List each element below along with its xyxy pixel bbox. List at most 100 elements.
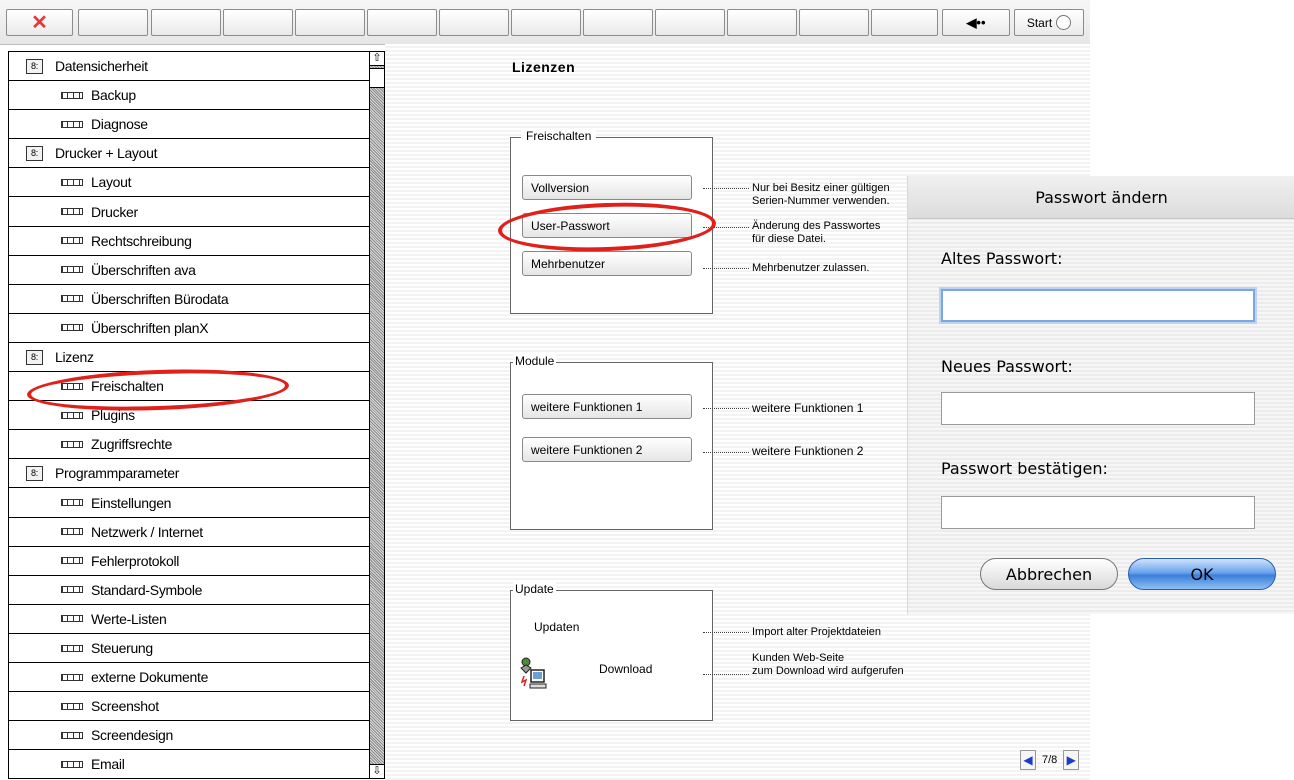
vollversion-button[interactable]: Vollversion: [522, 175, 692, 200]
sidebar-item-steuerung[interactable]: Steuerung: [9, 634, 369, 663]
sidebar-label: Screendesign: [91, 727, 174, 744]
scroll-up-arrow-icon[interactable]: ⇧: [370, 52, 384, 66]
sidebar-section-datensicherheit[interactable]: 8: Datensicherheit: [9, 52, 369, 81]
sidebar-item-fehlerprotokoll[interactable]: Fehlerprotokoll: [9, 547, 369, 576]
sidebar-item-standard-symbole[interactable]: Standard-Symbole: [9, 576, 369, 605]
entry-icon: [61, 673, 83, 681]
sidebar-item-freischalten[interactable]: Freischalten: [9, 372, 369, 402]
sidebar-label: Überschriften planX: [91, 319, 209, 336]
sidebar-label: Plugins: [91, 407, 135, 424]
sidebar-item-rechtschreibung[interactable]: Rechtschreibung: [9, 227, 369, 256]
sidebar-scrollbar[interactable]: ⇧ ⇩: [369, 52, 384, 778]
user-passwort-button[interactable]: User-Passwort: [522, 213, 692, 238]
start-label: Start: [1026, 15, 1053, 30]
toolbar-button-3[interactable]: [223, 9, 293, 36]
sidebar-item-layout[interactable]: Layout: [9, 168, 369, 198]
entry-icon: [61, 91, 83, 99]
toolbar-button-5[interactable]: [367, 9, 437, 36]
funktionen-1-leader: [703, 408, 749, 409]
sidebar-item-email[interactable]: Email: [9, 750, 369, 778]
sidebar-item-drucker[interactable]: Drucker: [9, 198, 369, 227]
old-password-label: Altes Passwort:: [941, 249, 1063, 268]
sidebar-item-plugins[interactable]: Plugins: [9, 401, 369, 431]
entry-icon: [61, 382, 83, 390]
download-label[interactable]: Download: [599, 662, 652, 676]
user-passwort-leader: [703, 227, 749, 228]
toolbar-button-1[interactable]: [78, 9, 148, 36]
sidebar-item-werte-listen[interactable]: Werte-Listen: [9, 605, 369, 634]
sidebar-item-netzwerk-internet[interactable]: Netzwerk / Internet: [9, 518, 369, 547]
freischalten-group-label: Freischalten: [521, 129, 597, 143]
toolbar-button-7[interactable]: [511, 9, 581, 36]
cancel-button[interactable]: Abbrechen: [980, 558, 1118, 590]
mehrbenutzer-leader: [703, 268, 749, 269]
sidebar-tree: 8: Datensicherheit Backup Diagnose 8: Drucker…: [8, 51, 385, 779]
toolbar-button-6[interactable]: [439, 9, 509, 36]
sidebar-section-lizenz[interactable]: 8: Lizenz: [9, 343, 369, 372]
pager: ◀ 7/8 ▶: [1020, 750, 1080, 770]
toolbar-button-4[interactable]: [295, 9, 365, 36]
scroll-thumb[interactable]: [370, 68, 384, 88]
sidebar-label: Diagnose: [91, 116, 148, 133]
weitere-funktionen-2-button[interactable]: weitere Funktionen 2: [522, 437, 692, 462]
sidebar-label: Programmparameter: [55, 465, 180, 482]
sidebar-item-externe-dokumente[interactable]: externe Dokumente: [9, 663, 369, 693]
old-password-input[interactable]: [941, 289, 1255, 322]
entry-icon: [61, 208, 83, 215]
folder-list-icon: 8:: [26, 465, 43, 481]
scroll-down-arrow-icon[interactable]: ⇩: [370, 764, 384, 778]
entry-icon: [61, 499, 83, 506]
toolbar-button-9[interactable]: [655, 9, 725, 36]
sidebar-label: Fehlerprotokoll: [91, 552, 180, 569]
next-page-icon[interactable]: ▶: [1063, 750, 1080, 770]
download-leader: [703, 674, 749, 675]
sidebar-item-diagnose[interactable]: Diagnose: [9, 110, 369, 140]
entry-icon: [61, 731, 83, 739]
updaten-note: Import alter Projektdateien: [752, 626, 882, 638]
updaten-label[interactable]: Updaten: [534, 620, 579, 634]
sidebar-item-screendesign[interactable]: Screendesign: [9, 721, 369, 751]
folder-list-icon: 8:: [26, 349, 43, 365]
vollversion-note-1: Nur bei Besitz einer gültigen: [752, 182, 890, 194]
confirm-password-input[interactable]: [941, 496, 1255, 529]
confirm-password-label: Passwort bestätigen:: [941, 459, 1108, 478]
user-passwort-note-1: Änderung des Passwortes: [752, 220, 881, 232]
page-indicator: 7/8: [1042, 754, 1058, 766]
sidebar-item-überschriften-planx[interactable]: Überschriften planX: [9, 314, 369, 343]
toolbar-button-10[interactable]: [727, 9, 797, 36]
sidebar-label: Zugriffsrechte: [91, 436, 173, 453]
sidebar-item-screenshot[interactable]: Screenshot: [9, 692, 369, 722]
sidebar-item-überschriften-bürodata[interactable]: Überschriften Bürodata: [9, 285, 369, 314]
weitere-funktionen-1-button[interactable]: weitere Funktionen 1: [522, 394, 692, 419]
toolbar-button-8[interactable]: [583, 9, 653, 36]
funktionen-1-note: weitere Funktionen 1: [752, 401, 864, 415]
toolbar: ✕ ◀•• Start: [0, 0, 1090, 45]
new-password-input[interactable]: [941, 392, 1255, 425]
sidebar-item-zugriffsrechte[interactable]: Zugriffsrechte: [9, 430, 369, 460]
sidebar-item-überschriften-ava[interactable]: Überschriften ava: [9, 256, 369, 285]
close-button[interactable]: ✕: [6, 9, 73, 36]
sidebar-section-programmparameter[interactable]: 8: Programmparameter: [9, 459, 369, 489]
vollversion-leader: [703, 188, 749, 189]
sidebar-item-backup[interactable]: Backup: [9, 81, 369, 111]
entry-icon: [61, 586, 83, 594]
sidebar-item-einstellungen[interactable]: Einstellungen: [9, 489, 369, 518]
entry-icon: [61, 266, 83, 274]
ok-button[interactable]: OK: [1128, 558, 1276, 590]
previous-page-icon[interactable]: ◀: [1020, 750, 1036, 770]
update-group-label: Update: [513, 582, 556, 596]
start-button[interactable]: Start: [1014, 9, 1084, 36]
close-x-icon: ✕: [31, 11, 48, 34]
updaten-leader: [703, 632, 749, 633]
back-button[interactable]: ◀••: [942, 9, 1010, 36]
entry-icon: [61, 644, 83, 652]
toolbar-button-11[interactable]: [799, 9, 869, 36]
download-computer-icon[interactable]: [518, 656, 548, 692]
folder-list-icon: 8:: [26, 145, 43, 161]
toolbar-button-2[interactable]: [151, 9, 221, 36]
mehrbenutzer-button[interactable]: Mehrbenutzer: [522, 251, 692, 276]
sidebar-label: Drucker: [91, 203, 138, 220]
sidebar-label: Überschriften ava: [91, 261, 196, 278]
toolbar-button-12[interactable]: [871, 9, 938, 36]
sidebar-section-drucker-layout[interactable]: 8: Drucker + Layout: [9, 139, 369, 169]
